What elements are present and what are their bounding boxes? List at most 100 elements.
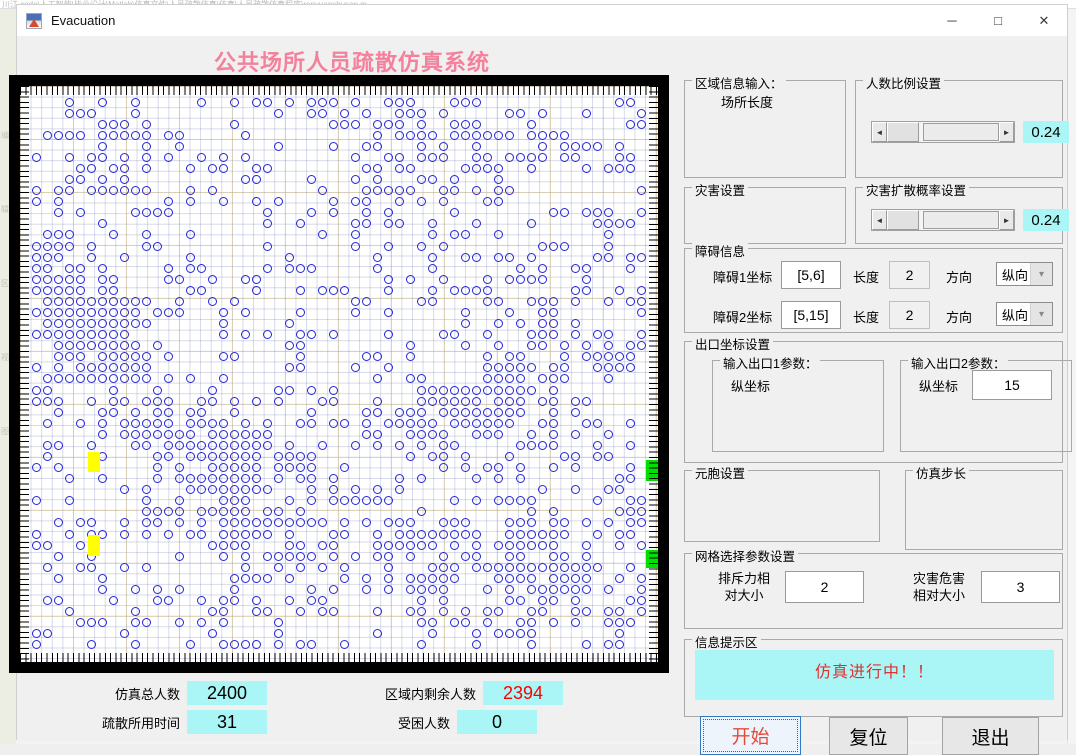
- agent-marker: [218, 418, 228, 428]
- slider-left-arrow-icon[interactable]: ◄: [872, 122, 887, 142]
- agent-marker: [537, 319, 547, 329]
- agent-marker: [515, 540, 525, 550]
- slider-thumb[interactable]: [887, 210, 919, 230]
- agent-marker: [570, 562, 580, 572]
- exit2-y-input[interactable]: 15: [972, 370, 1052, 400]
- agent-marker: [53, 197, 63, 207]
- agent-marker: [614, 352, 624, 362]
- obstacle2-length-label: 长度: [853, 310, 880, 325]
- agent-marker: [251, 396, 261, 406]
- agent-marker: [174, 440, 184, 450]
- agent-marker: [449, 573, 459, 583]
- agent-marker: [372, 352, 382, 362]
- agent-marker: [416, 573, 426, 583]
- slider-right-arrow-icon[interactable]: ►: [999, 122, 1014, 142]
- agent-marker: [592, 440, 602, 450]
- obstacle1-direction-select[interactable]: 纵向 ▾: [996, 262, 1053, 286]
- agent-marker: [526, 529, 536, 539]
- agent-marker: [152, 208, 162, 218]
- agent-marker: [229, 352, 239, 362]
- reset-button[interactable]: 复位: [829, 717, 908, 755]
- slider-right-arrow-icon[interactable]: ►: [999, 210, 1014, 230]
- slider-track[interactable]: [887, 210, 999, 230]
- obstacle2-coord-input[interactable]: [5,15]: [781, 301, 841, 329]
- obstacle1-length-input[interactable]: 2: [889, 261, 930, 289]
- agent-marker: [86, 163, 96, 173]
- agent-marker: [350, 197, 360, 207]
- obstacle1-coord-input[interactable]: [5,6]: [781, 261, 841, 289]
- agent-marker: [53, 396, 63, 406]
- agent-marker: [493, 396, 503, 406]
- agent-marker: [273, 197, 283, 207]
- agent-marker: [262, 97, 272, 107]
- maximize-button[interactable]: □: [975, 5, 1021, 36]
- exit-button[interactable]: 退出: [942, 717, 1039, 755]
- agent-marker: [141, 496, 151, 506]
- agent-marker: [394, 119, 404, 129]
- agent-marker: [614, 141, 624, 151]
- start-button[interactable]: 开始: [700, 716, 801, 755]
- group-title: 灾害设置: [692, 180, 749, 199]
- agent-marker: [64, 374, 74, 384]
- agent-marker: [350, 152, 360, 162]
- agent-marker: [108, 319, 118, 329]
- agent-marker: [482, 363, 492, 373]
- slider-track[interactable]: [887, 122, 999, 142]
- agent-marker: [86, 363, 96, 373]
- agent-marker: [526, 363, 536, 373]
- agent-marker: [515, 385, 525, 395]
- agent-marker: [515, 595, 525, 605]
- agent-marker: [504, 584, 514, 594]
- agent-marker: [53, 341, 63, 351]
- agent-marker: [295, 219, 305, 229]
- chevron-down-icon[interactable]: ▾: [1030, 303, 1052, 325]
- agent-marker: [570, 263, 580, 273]
- agent-marker: [548, 584, 558, 594]
- agent-marker: [625, 507, 635, 517]
- agent-marker: [427, 385, 437, 395]
- message-display: 仿真进行中！！: [695, 650, 1054, 700]
- agent-marker: [273, 396, 283, 406]
- agent-marker: [372, 429, 382, 439]
- people-ratio-slider[interactable]: ◄ ►: [871, 121, 1015, 143]
- minimize-button[interactable]: ─: [929, 5, 975, 36]
- obstacle2-length-input[interactable]: 2: [889, 301, 930, 329]
- agent-marker: [251, 429, 261, 439]
- agent-marker: [504, 562, 514, 572]
- agent-marker: [53, 230, 63, 240]
- agent-marker: [361, 141, 371, 151]
- agent-marker: [284, 518, 294, 528]
- close-button[interactable]: ✕: [1021, 5, 1067, 36]
- slider-left-arrow-icon[interactable]: ◄: [872, 210, 887, 230]
- simulation-canvas[interactable]: [20, 86, 658, 662]
- agent-marker: [603, 363, 613, 373]
- agent-marker: [636, 208, 646, 218]
- agent-marker: [603, 341, 613, 351]
- agent-marker: [64, 230, 74, 240]
- agent-marker: [284, 385, 294, 395]
- agent-marker: [416, 296, 426, 306]
- agent-marker: [229, 518, 239, 528]
- agent-marker: [97, 285, 107, 295]
- agent-marker: [251, 197, 261, 207]
- agent-marker: [603, 584, 613, 594]
- agent-marker: [108, 296, 118, 306]
- hazard-input[interactable]: 3: [981, 571, 1060, 603]
- agent-marker: [229, 440, 239, 450]
- slider-thumb[interactable]: [887, 122, 919, 142]
- agent-marker: [372, 130, 382, 140]
- chevron-down-icon[interactable]: ▾: [1030, 263, 1052, 285]
- agent-marker: [350, 307, 360, 317]
- agent-marker: [559, 562, 569, 572]
- repulsion-input[interactable]: 2: [785, 571, 864, 603]
- agent-marker: [636, 507, 646, 517]
- disaster-spread-slider[interactable]: ◄ ►: [871, 209, 1015, 231]
- agent-marker: [581, 640, 591, 650]
- obstacle2-direction-select[interactable]: 纵向 ▾: [996, 302, 1053, 326]
- agent-marker: [317, 518, 327, 528]
- agent-marker: [53, 363, 63, 373]
- agent-marker: [416, 152, 426, 162]
- agent-marker: [537, 584, 547, 594]
- agent-marker: [97, 374, 107, 384]
- agent-marker: [328, 208, 338, 218]
